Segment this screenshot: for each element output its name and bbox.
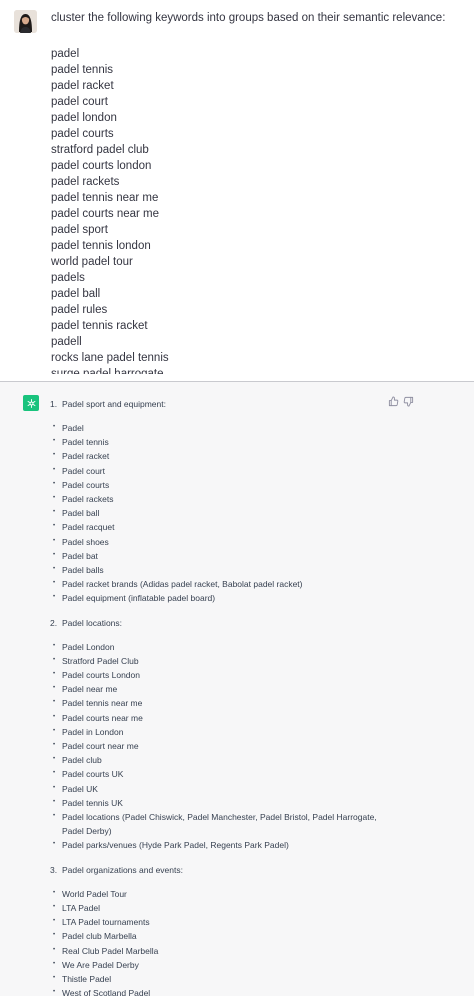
list-item: West of Scotland Padel — [50, 985, 390, 996]
section-items: PadelPadel tennisPadel racketPadel court… — [50, 420, 390, 606]
list-item: Padel court — [50, 463, 390, 478]
list-item: LTA Padel tournaments — [50, 914, 390, 929]
list-item: Padel ball — [50, 505, 390, 520]
keyword-item: padel tennis racket — [51, 320, 148, 332]
list-item: Padel tennis near me — [50, 695, 390, 710]
section-title: Padel organizations and events: — [62, 864, 183, 875]
keyword-item: padell — [51, 336, 82, 348]
list-item: Padel tennis — [50, 434, 390, 449]
list-item: Padel near me — [50, 681, 390, 696]
feedback-buttons — [388, 396, 414, 407]
keyword-item: padel tennis near me — [51, 192, 159, 204]
assistant-answer: 1.Padel sport and equipment:PadelPadel t… — [50, 397, 390, 996]
section-heading: 1. Padel sport and equipment: — [50, 397, 390, 411]
list-item: Padel UK — [50, 781, 390, 796]
keyword-item: padel court — [51, 96, 108, 108]
list-item: Real Club Padel Marbella — [50, 942, 390, 958]
keyword-item: padel tennis — [51, 64, 114, 76]
list-item: Padel club — [50, 752, 390, 767]
keyword-item: padel ball — [51, 288, 101, 300]
keyword-item: padels — [51, 272, 85, 284]
list-item: World Padel Tour — [50, 886, 390, 901]
keyword-item: padel tennis london — [51, 240, 151, 252]
list-item: Padel bat — [50, 548, 390, 563]
keyword-item: padel — [51, 48, 80, 60]
prompt-text: cluster the following keywords into grou… — [51, 12, 446, 24]
user-avatar — [14, 10, 37, 33]
openai-logo-icon — [23, 395, 39, 411]
list-item: Padel shoes — [50, 534, 390, 549]
keyword-item: padel rules — [51, 304, 108, 316]
keyword-item: padel courts — [51, 128, 114, 140]
section-heading: 3. Padel organizations and events: — [50, 863, 390, 877]
list-item: Padel parks/venues (Hyde Park Padel, Reg… — [50, 837, 390, 852]
list-item: Padel racket brands (Adidas padel racket… — [50, 576, 390, 591]
list-item: Padel equipment (inflatable padel board) — [50, 590, 390, 605]
list-item: Padel balls — [50, 562, 390, 577]
section-title: Padel locations: — [62, 617, 123, 628]
list-item: LTA Padel — [50, 900, 390, 915]
keyword-item: padel racket — [51, 80, 114, 92]
keyword-item: padel sport — [51, 224, 108, 236]
list-item: Padel locations (Padel Chiswick, Padel M… — [50, 809, 390, 838]
user-prompt: cluster the following keywords into grou… — [51, 10, 461, 374]
list-item: Padel court near me — [50, 738, 390, 753]
keyword-item: padel rackets — [51, 176, 120, 188]
section-number: 2. — [50, 617, 58, 628]
keyword-list: padel padel tennis padel racket padel court… — [51, 46, 461, 374]
keyword-item: stratford padel club — [51, 144, 149, 156]
keyword-item: padel london — [51, 112, 117, 124]
section-number: 1. — [50, 399, 58, 409]
list-item: Padel London — [50, 639, 390, 654]
list-item: Thistle Padel — [50, 971, 390, 986]
keyword-item: padel courts london — [51, 160, 152, 172]
list-item: We Are Padel Derby — [50, 957, 390, 972]
list-item: Padel racquet — [50, 519, 390, 534]
list-item: Padel club Marbella — [50, 928, 390, 943]
list-item: Padel courts near me — [50, 710, 390, 725]
list-item: Padel courts London — [50, 667, 390, 682]
list-item: Padel racket — [50, 448, 390, 463]
section-items: Padel LondonStratford Padel ClubPadel co… — [50, 639, 390, 853]
list-item: Padel courts — [50, 477, 390, 492]
user-message: cluster the following keywords into grou… — [0, 0, 474, 374]
list-item: Padel tennis UK — [50, 795, 390, 810]
keyword-item: surge padel harrogate — [51, 368, 164, 374]
section-heading: 2. Padel locations: — [50, 616, 390, 630]
list-item: Padel — [50, 420, 390, 435]
list-item: Padel courts UK — [50, 766, 390, 781]
keyword-item: world padel tour — [51, 256, 133, 268]
section-number: 3. — [50, 864, 58, 875]
keyword-item: padel courts near me — [51, 208, 160, 220]
section-items: World Padel TourLTA PadelLTA Padel tourn… — [50, 886, 390, 996]
list-item: Padel in London — [50, 724, 390, 739]
thumbs-down-icon[interactable] — [403, 396, 414, 407]
list-item: Stratford Padel Club — [50, 653, 390, 668]
list-item: Padel rackets — [50, 491, 390, 506]
keyword-item: rocks lane padel tennis — [51, 352, 169, 364]
assistant-message: 1.Padel sport and equipment:PadelPadel t… — [0, 382, 474, 996]
section-title: Padel sport and equipment: — [62, 399, 166, 409]
